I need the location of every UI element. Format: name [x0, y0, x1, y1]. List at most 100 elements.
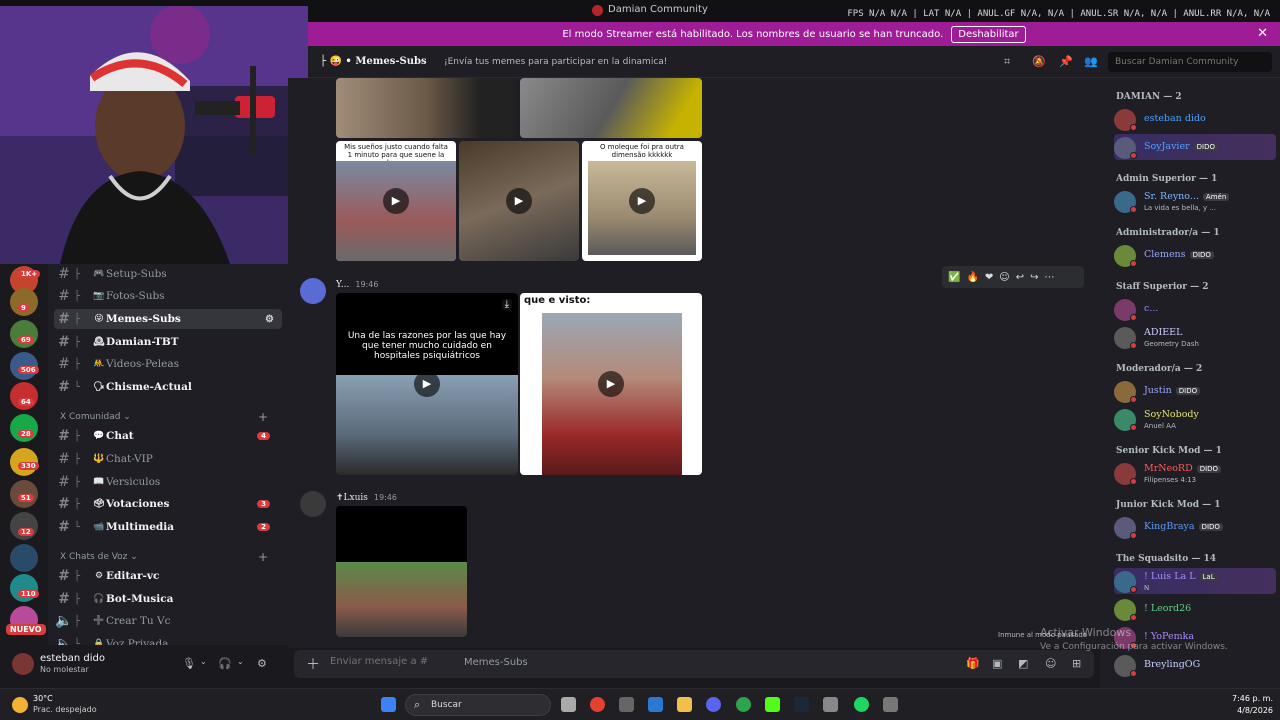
- channel-multimedia[interactable]: # └ 📹 Multimedia 2: [54, 517, 282, 537]
- channel-memes-subs[interactable]: # ├ 😜 Memes-Subs ⚙: [54, 309, 282, 329]
- member-item[interactable]: SoyJavier DIDO: [1114, 134, 1276, 160]
- category-comunidad[interactable]: X Comunidad ⌄ +: [60, 410, 268, 424]
- channel-chisme-actual[interactable]: # └ 🗣 Chisme-Actual: [54, 377, 282, 397]
- channel-setup-subs[interactable]: # ├ 🎮 Setup-Subs: [54, 264, 282, 284]
- media-video[interactable]: que e visto: ▶: [520, 293, 702, 475]
- threads-icon[interactable]: ⌗: [1004, 55, 1010, 69]
- more-icon[interactable]: ⋯: [1045, 272, 1055, 283]
- settings-gear-icon[interactable]: [823, 697, 838, 712]
- fire-reaction-icon[interactable]: 🔥: [966, 272, 978, 283]
- avatar[interactable]: [300, 278, 326, 304]
- member-item[interactable]: BreylingOG: [1114, 652, 1276, 678]
- check-reaction-icon[interactable]: ✅: [948, 272, 960, 283]
- avatar[interactable]: [300, 491, 326, 517]
- search-input[interactable]: [1108, 52, 1272, 72]
- disable-streamer-button[interactable]: Deshabilitar: [951, 25, 1026, 43]
- sticker-icon[interactable]: ◩: [1018, 657, 1028, 670]
- media-image[interactable]: [520, 78, 702, 138]
- media-video[interactable]: ▶: [459, 141, 579, 261]
- kick-icon[interactable]: [765, 697, 780, 712]
- message-input[interactable]: [330, 656, 850, 667]
- hash-icon: #: [58, 428, 70, 444]
- members-icon[interactable]: 👥: [1084, 55, 1098, 68]
- microphone-icon[interactable]: 🎙: [182, 657, 196, 670]
- media-image[interactable]: [336, 78, 516, 138]
- channel-videos-peleas[interactable]: # ├ 🤼 Videos-Peleas: [54, 354, 282, 374]
- channel-versiculos[interactable]: # ├ 📖 Versiculos: [54, 472, 282, 492]
- forward-icon[interactable]: ↪: [1030, 272, 1038, 283]
- gif-icon[interactable]: ▣: [992, 657, 1002, 670]
- role-header: DAMIAN — 2: [1116, 92, 1182, 102]
- message-author[interactable]: ✝Lxuis 19:46: [336, 493, 397, 503]
- clock[interactable]: 7:46 p. m. 4/8/2026: [1232, 693, 1273, 717]
- chevron-down-icon[interactable]: ⌄: [200, 657, 207, 666]
- discord-icon[interactable]: [706, 697, 721, 712]
- member-item[interactable]: Clemens DIDO: [1114, 242, 1276, 268]
- channel-votaciones[interactable]: # ├ 🗳 Votaciones 3: [54, 494, 282, 514]
- member-item[interactable]: MrNeoRD DIDO Filipenses 4:13: [1114, 460, 1276, 486]
- channel-chat-vip[interactable]: # ├ 🔱 Chat-VIP: [54, 449, 282, 469]
- play-icon[interactable]: ▶: [598, 371, 624, 397]
- add-channel-icon[interactable]: +: [258, 550, 268, 564]
- add-channel-icon[interactable]: +: [258, 410, 268, 424]
- avatar[interactable]: [12, 653, 34, 675]
- pin-icon[interactable]: 📌: [1059, 55, 1073, 68]
- channel-name: Damian-TBT: [106, 336, 179, 348]
- gift-icon[interactable]: 🎁: [966, 657, 980, 670]
- play-icon[interactable]: ▶: [414, 371, 440, 397]
- download-icon[interactable]: ⤓: [501, 299, 512, 310]
- app-icon[interactable]: [736, 697, 751, 712]
- emoji-icon[interactable]: ☺: [1045, 657, 1056, 670]
- channel-crear-tu-vc[interactable]: 🔈 ├ ➕ Crear Tu Vc: [54, 611, 282, 631]
- media-video[interactable]: [336, 506, 467, 637]
- channel-chat[interactable]: # ├ 💬 Chat 4: [54, 426, 282, 446]
- channel-emoji: 🔱: [93, 454, 105, 464]
- headphones-icon[interactable]: 🎧: [218, 657, 232, 670]
- app-icon[interactable]: [648, 697, 663, 712]
- taskbar-search[interactable]: ⌕ Buscar: [405, 694, 551, 716]
- add-reaction-icon[interactable]: ☺: [999, 272, 1009, 283]
- chevron-down-icon[interactable]: ⌄: [237, 657, 244, 666]
- play-icon[interactable]: ▶: [383, 188, 409, 214]
- apps-icon[interactable]: ⊞: [1072, 657, 1081, 670]
- member-item[interactable]: ADIEEL Geometry Dash: [1114, 324, 1276, 350]
- member-item[interactable]: esteban dido: [1114, 106, 1276, 132]
- weather-sun-icon[interactable]: [12, 697, 28, 713]
- media-video[interactable]: Una de las razones por las que hay que t…: [336, 293, 518, 475]
- steam-icon[interactable]: [794, 697, 809, 712]
- channel-damian-tbt[interactable]: # ├ 🕰 Damian-TBT: [54, 332, 282, 352]
- settings-gear-icon[interactable]: ⚙: [265, 314, 274, 325]
- close-icon[interactable]: ✕: [1257, 26, 1268, 41]
- channel-editar-vc[interactable]: # ├ ⚙ Editar-vc: [54, 566, 282, 586]
- task-view-icon[interactable]: [561, 697, 576, 712]
- channel-fotos-subs[interactable]: # ├ 📷 Fotos-Subs: [54, 286, 282, 306]
- message-author[interactable]: Y... 19:46: [336, 280, 378, 290]
- member-item[interactable]: Sr. Reyno... Amén La vida es bella, y ...: [1114, 188, 1276, 214]
- member-item[interactable]: ! Leord26: [1114, 596, 1276, 622]
- category-chats-de-voz[interactable]: X Chats de Voz ⌄ +: [60, 550, 268, 564]
- member-item[interactable]: KingBraya DIDO: [1114, 514, 1276, 540]
- media-video[interactable]: O moleque foi pra outra dimensão kkkkkk …: [582, 141, 702, 261]
- heart-reaction-icon[interactable]: ❤: [985, 272, 993, 283]
- member-item[interactable]: Justin DIDO: [1114, 378, 1276, 404]
- mute-bell-icon[interactable]: 🔕: [1032, 55, 1046, 68]
- folder-icon[interactable]: [677, 697, 692, 712]
- channel-bot-musica[interactable]: # ├ 🎧 Bot-Musica: [54, 589, 282, 609]
- play-icon[interactable]: ▶: [629, 188, 655, 214]
- member-item[interactable]: c...: [1114, 296, 1276, 322]
- play-icon[interactable]: ▶: [506, 188, 532, 214]
- spotify-icon[interactable]: [854, 697, 869, 712]
- start-icon[interactable]: [381, 697, 396, 712]
- media-video[interactable]: Mis sueños justo cuando falta 1 minuto p…: [336, 141, 456, 261]
- member-item[interactable]: SoyNobody Anuel AA: [1114, 406, 1276, 432]
- add-attachment-icon[interactable]: ＋: [306, 654, 320, 674]
- server-icon[interactable]: [10, 544, 38, 572]
- chrome-icon[interactable]: [590, 697, 605, 712]
- member-activity: La vida es bella, y ...: [1144, 204, 1217, 212]
- reply-icon[interactable]: ↩: [1016, 272, 1024, 283]
- member-item[interactable]: ! Luis La L LaL N: [1114, 568, 1276, 594]
- settings-gear-icon[interactable]: ⚙: [257, 657, 267, 670]
- app-icon[interactable]: [619, 697, 634, 712]
- member-name: SoyJavier: [1144, 141, 1190, 152]
- app-icon[interactable]: [883, 697, 898, 712]
